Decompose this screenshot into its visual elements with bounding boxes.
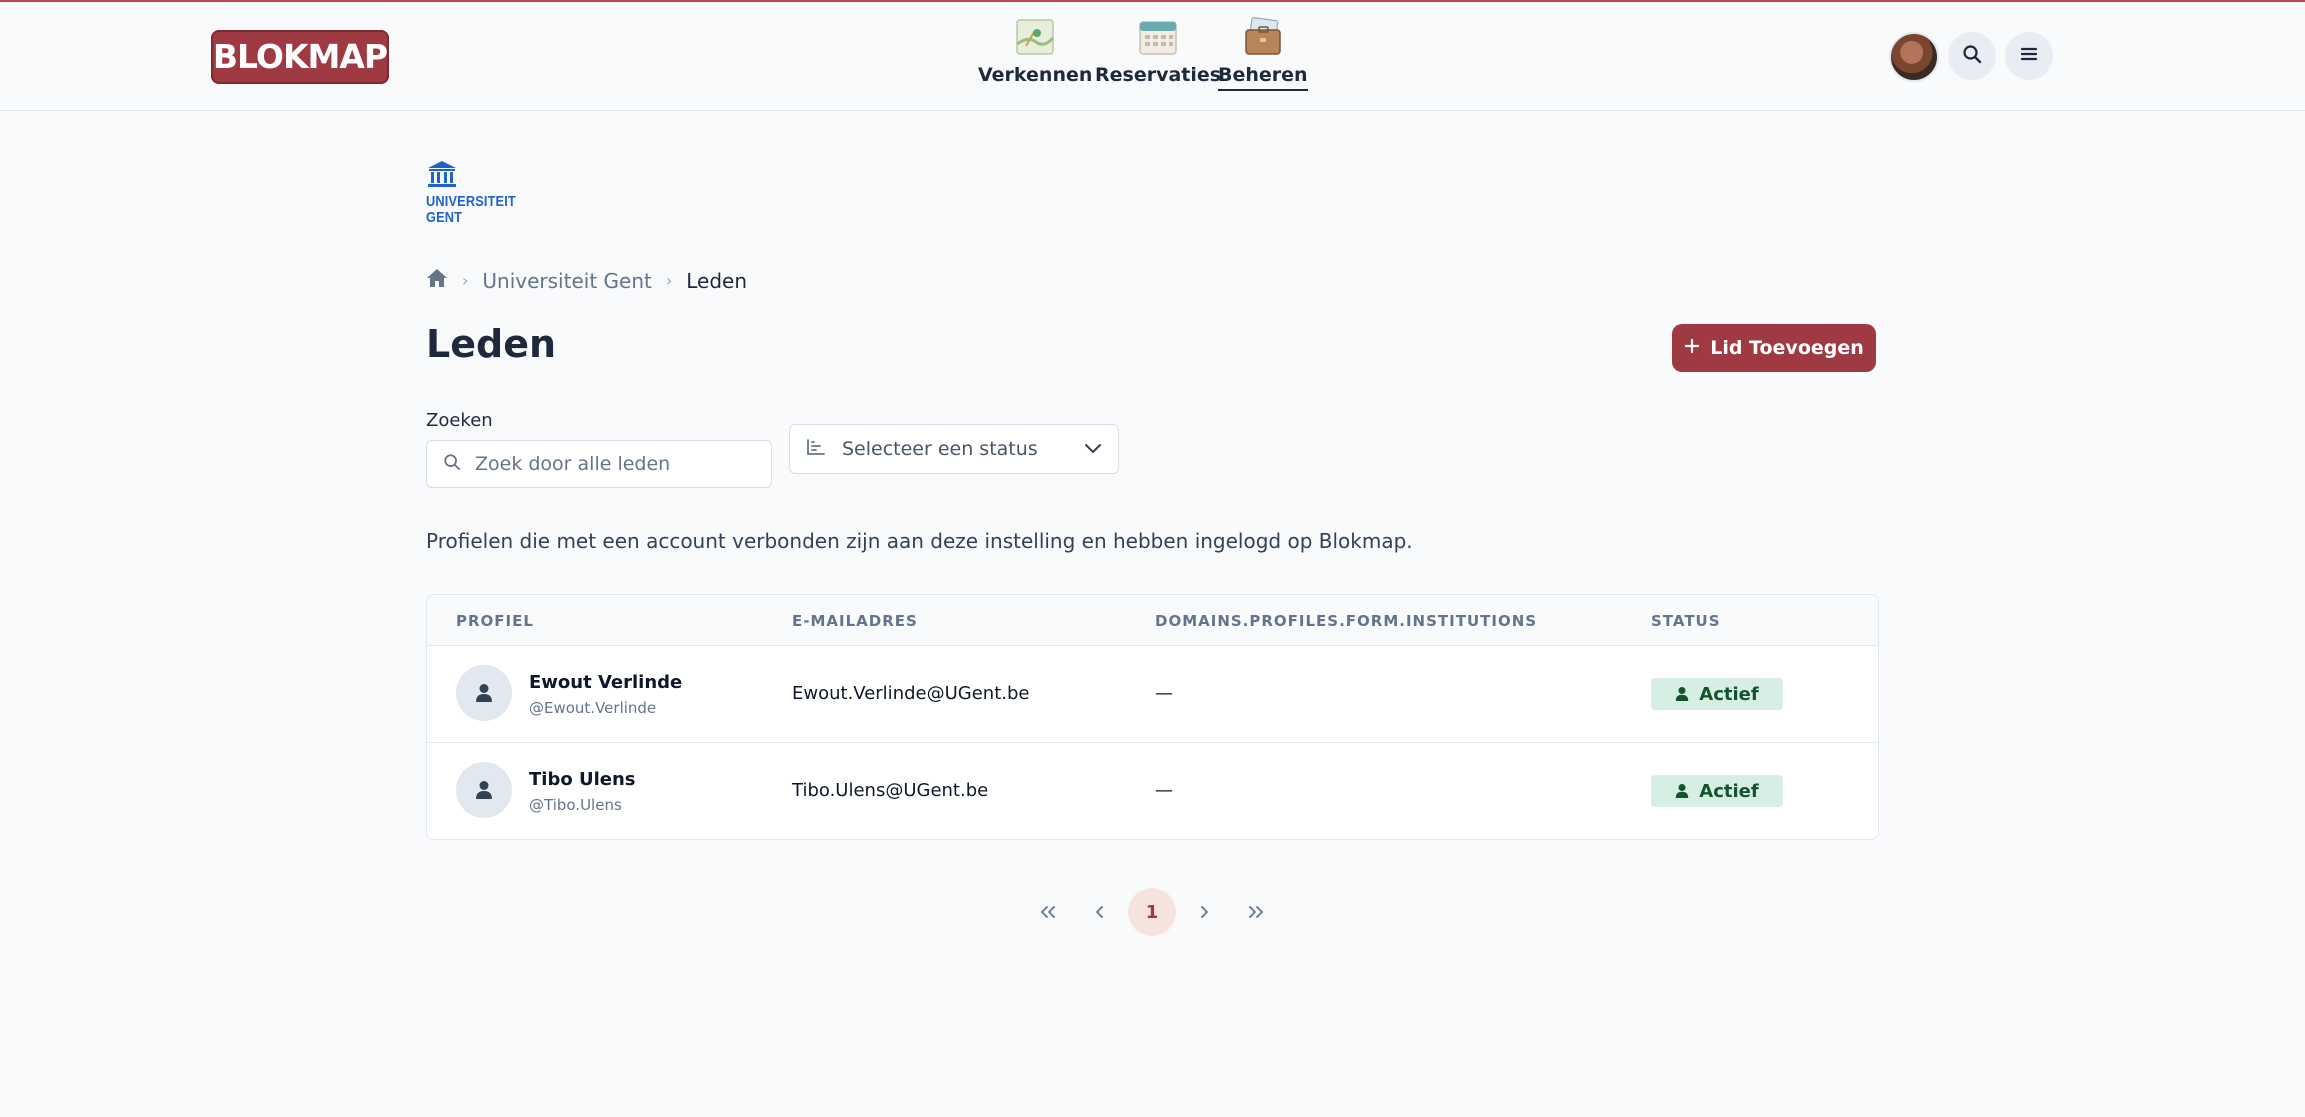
page-button-current[interactable]: 1 — [1128, 888, 1176, 936]
logo-text-line1: UNIVERSITEIT — [426, 193, 516, 210]
top-navbar: BLOKMAP Verkennen Reservaties Beheren — [0, 2, 2305, 111]
first-page-button[interactable] — [1024, 888, 1072, 936]
status-select[interactable]: Selecteer een status — [789, 424, 1119, 474]
column-header-institutions: DOMAINS.PROFILES.FORM.INSTITUTIONS — [1155, 612, 1538, 630]
nav-item-beheren[interactable]: Beheren — [1218, 16, 1308, 91]
member-handle: @Ewout.Verlinde — [529, 699, 657, 717]
chevron-right-icon — [1201, 906, 1208, 918]
double-chevron-right-icon — [1249, 906, 1263, 918]
user-icon — [1676, 784, 1689, 798]
breadcrumb-current: Leden — [686, 268, 748, 293]
search-icon — [443, 453, 461, 475]
search-button[interactable] — [1948, 32, 1996, 80]
table-header: PROFIEL E-MAILADRES DOMAINS.PROFILES.FOR… — [427, 595, 1878, 646]
chevron-right-icon: › — [665, 271, 673, 290]
nav-item-verkennen[interactable]: Verkennen — [978, 16, 1092, 89]
chevron-left-icon — [1096, 906, 1103, 918]
add-member-button[interactable]: Lid Toevoegen — [1672, 324, 1876, 372]
institution-logo: UNIVERSITEIT GENT — [426, 160, 532, 226]
column-header-status: STATUS — [1651, 612, 1721, 630]
status-badge: Actief — [1651, 678, 1783, 710]
avatar — [456, 762, 512, 818]
member-name: Tibo Ulens — [529, 769, 636, 790]
status-badge-label: Actief — [1699, 683, 1759, 705]
menu-button[interactable] — [2005, 32, 2053, 80]
user-avatar[interactable] — [1889, 32, 1939, 82]
column-header-email: E-MAILADRES — [792, 612, 918, 630]
chevron-down-icon — [1084, 440, 1102, 459]
member-institutions: — — [1155, 683, 1173, 704]
user-icon — [1676, 687, 1689, 701]
map-icon — [1014, 16, 1056, 58]
member-email: Ewout.Verlinde@UGent.be — [792, 683, 1030, 704]
breadcrumb: › Universiteit Gent › Leden — [426, 268, 747, 293]
search-label: Zoeken — [426, 410, 493, 431]
plus-icon — [1684, 337, 1700, 359]
add-member-label: Lid Toevoegen — [1710, 337, 1864, 359]
table-row[interactable]: Tibo Ulens @Tibo.Ulens Tibo.Ulens@UGent.… — [427, 743, 1878, 839]
nav-item-reservaties[interactable]: Reservaties — [1095, 16, 1221, 89]
status-badge: Actief — [1651, 775, 1783, 807]
user-icon — [476, 684, 492, 702]
bar-chart-icon — [806, 438, 826, 460]
calendar-icon — [1137, 16, 1179, 58]
double-chevron-left-icon — [1041, 906, 1055, 918]
logo-text-line2: GENT — [426, 209, 463, 226]
nav-label-reservaties: Reservaties — [1095, 64, 1222, 86]
member-handle: @Tibo.Ulens — [529, 796, 622, 814]
table-row[interactable]: Ewout Verlinde @Ewout.Verlinde Ewout.Ver… — [427, 646, 1878, 743]
members-table: PROFIEL E-MAILADRES DOMAINS.PROFILES.FOR… — [426, 594, 1879, 840]
page-title: Leden — [426, 322, 557, 366]
member-email: Tibo.Ulens@UGent.be — [792, 780, 989, 801]
column-header-profile: PROFIEL — [456, 612, 534, 630]
university-building-icon — [428, 161, 456, 187]
briefcase-icon — [1242, 16, 1284, 58]
member-institutions: — — [1155, 780, 1173, 801]
nav-label-verkennen: Verkennen — [978, 64, 1093, 86]
avatar — [456, 665, 512, 721]
last-page-button[interactable] — [1232, 888, 1280, 936]
hamburger-menu-icon — [2019, 44, 2039, 68]
nav-label-beheren: Beheren — [1218, 64, 1308, 91]
status-select-value: Selecteer een status — [842, 438, 1038, 460]
breadcrumb-institution[interactable]: Universiteit Gent — [482, 269, 651, 293]
previous-page-button[interactable] — [1076, 888, 1124, 936]
chevron-right-icon: › — [462, 271, 469, 290]
member-name: Ewout Verlinde — [529, 672, 683, 693]
institution-logo-text: UNIVERSITEIT GENT — [426, 194, 516, 226]
page-description: Profielen die met een account verbonden … — [426, 529, 1413, 553]
home-icon[interactable] — [426, 268, 448, 293]
status-badge-label: Actief — [1699, 780, 1759, 802]
search-field[interactable] — [426, 440, 772, 488]
search-icon — [1962, 44, 1982, 68]
user-icon — [476, 781, 492, 799]
next-page-button[interactable] — [1180, 888, 1228, 936]
search-input[interactable] — [473, 452, 757, 476]
